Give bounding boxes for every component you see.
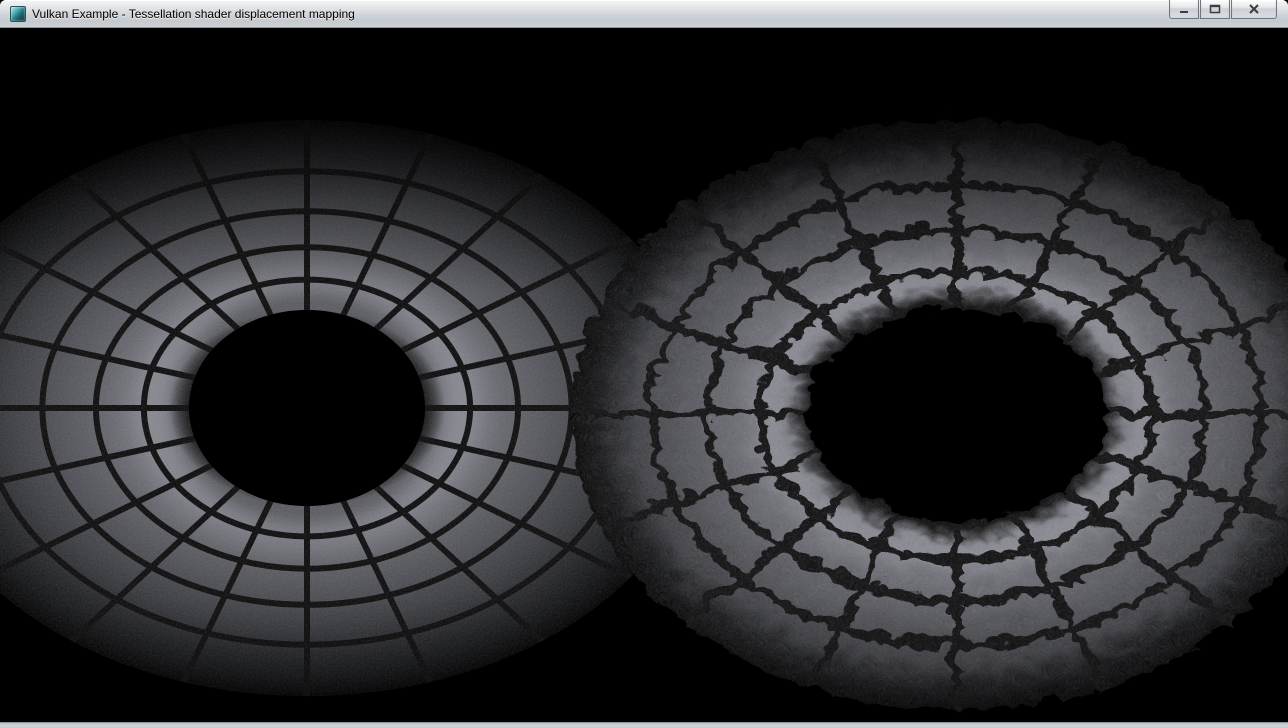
app-window: Vulkan Example - Tessellation shader dis… <box>0 0 1288 728</box>
maximize-icon <box>1209 4 1221 14</box>
titlebar[interactable]: Vulkan Example - Tessellation shader dis… <box>0 0 1288 28</box>
window-controls <box>1169 0 1277 19</box>
close-button[interactable] <box>1231 0 1277 19</box>
render-canvas[interactable] <box>0 28 1288 722</box>
bottom-frame <box>0 722 1288 728</box>
minimize-button[interactable] <box>1169 0 1199 19</box>
render-viewport[interactable] <box>0 28 1288 722</box>
vulkan-app-icon <box>10 6 26 22</box>
scene-shading <box>0 28 1288 722</box>
maximize-button[interactable] <box>1200 0 1230 19</box>
minimize-icon <box>1179 5 1189 14</box>
close-icon <box>1248 4 1260 14</box>
window-title: Vulkan Example - Tessellation shader dis… <box>32 0 355 28</box>
